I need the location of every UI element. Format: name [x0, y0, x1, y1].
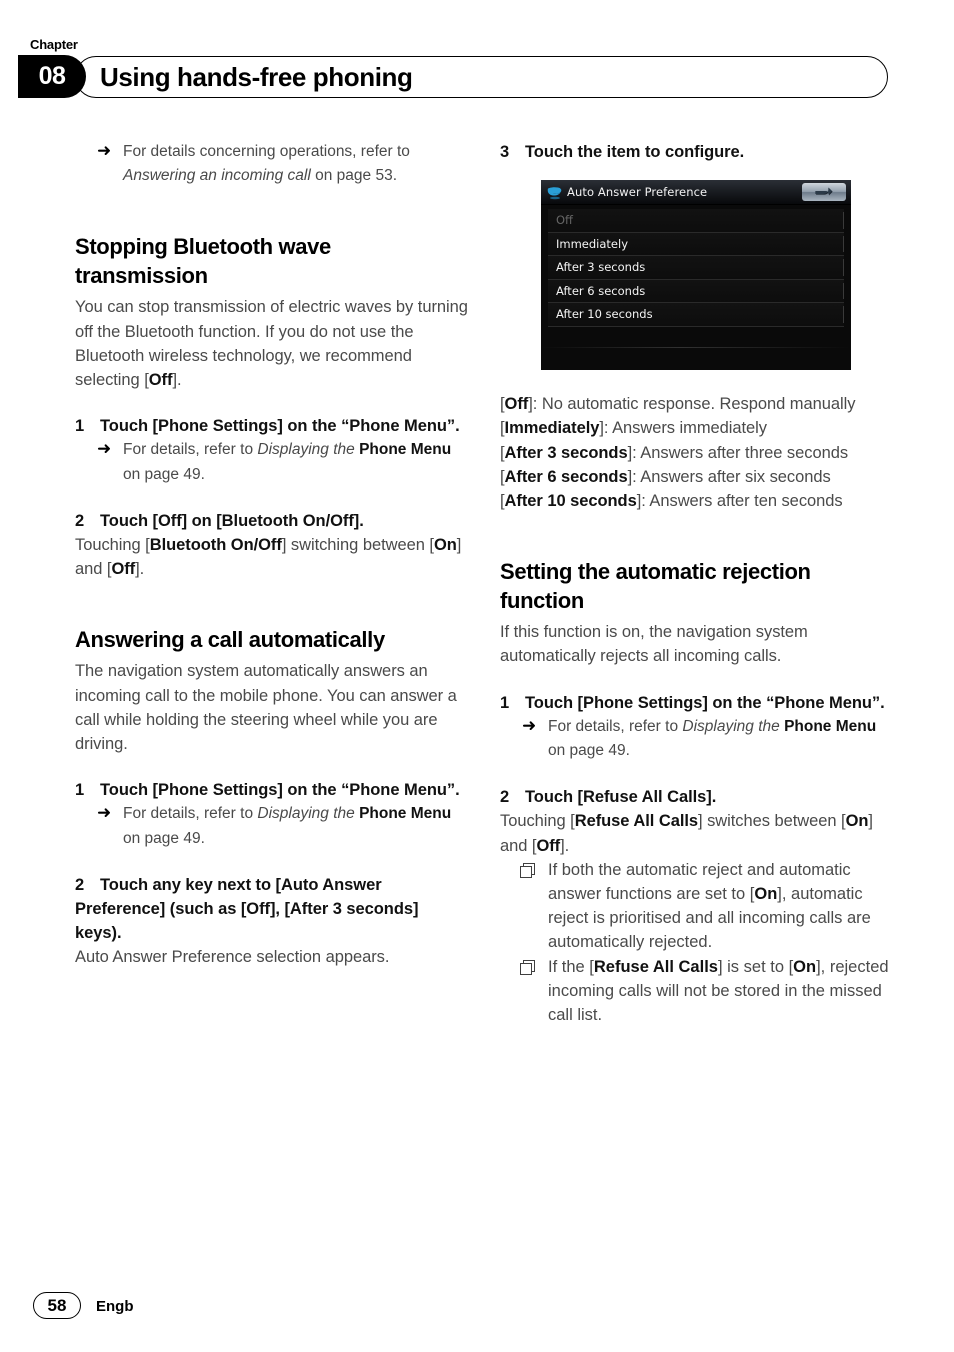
step-number: 1 [75, 417, 85, 436]
step-1-answering: 1 Touch [Phone Settings] on the “Phone Me… [75, 778, 468, 802]
note-text: If both the automatic reject and automat… [548, 860, 871, 952]
step-text: Touch [Phone Settings] on the “Phone Men… [525, 693, 885, 712]
device-screenshot-auto-answer-preference: Auto Answer Preference Off Immediately A… [541, 180, 851, 371]
device-row-after-3-seconds[interactable]: After 3 seconds [548, 256, 844, 280]
note-text: For details, refer to Displaying the Pho… [123, 805, 452, 847]
device-row-after-6-seconds[interactable]: After 6 seconds [548, 279, 844, 304]
device-footer-divider [541, 347, 851, 349]
step-1-rejection-note: ➜ For details, refer to Displaying the P… [500, 715, 893, 763]
step-text: Touch [Refuse All Calls]. [525, 788, 717, 807]
step-number: 2 [500, 788, 510, 807]
square-bullet-icon [520, 862, 535, 878]
step-number: 1 [500, 693, 510, 712]
step-1-answering-note: ➜ For details, refer to Displaying the P… [75, 802, 468, 850]
step-2-stopping: 2 Touch [Off] on [Bluetooth On/Off]. [75, 509, 468, 533]
definition-after-6-seconds: [After 6 seconds]: Answers after six sec… [500, 467, 831, 486]
step-3-configure: 3 Touch the item to configure. [500, 140, 893, 164]
page-title: Using hands-free phoning [100, 61, 413, 92]
step-1-stopping: 1 Touch [Phone Settings] on the “Phone Me… [75, 414, 468, 438]
device-row-after-10-seconds[interactable]: After 10 seconds [548, 303, 844, 327]
note-text: If the [Refuse All Calls] is set to [On]… [548, 957, 889, 1025]
step-text: Touch [Phone Settings] on the “Phone Men… [100, 417, 460, 436]
step-number: 2 [75, 875, 85, 894]
page-title-bar: Using hands-free phoning [75, 56, 888, 98]
back-arrow-icon[interactable] [802, 183, 846, 202]
device-option-list: Off Immediately After 3 seconds After 6 … [541, 205, 851, 327]
definition-after-10-seconds: [After 10 seconds]: Answers after ten se… [500, 492, 843, 511]
device-header: Auto Answer Preference [541, 180, 851, 206]
square-bullet-icon [520, 959, 535, 975]
heading-automatic-rejection: Setting the automatic rejection function [500, 559, 811, 614]
step-text: Touch the item to configure. [525, 143, 745, 161]
arrow-bullet-icon: ➜ [97, 141, 112, 160]
step-1-rejection: 1 Touch [Phone Settings] on the “Phone Me… [500, 691, 893, 715]
note-text: For details, refer to Displaying the Pho… [548, 717, 877, 760]
intro-note-text: For details concerning operations, refer… [123, 143, 410, 185]
arrow-bullet-icon: ➜ [97, 803, 112, 823]
pioneer-logo-icon [547, 185, 563, 200]
definition-immediately: [Immediately]: Answers immediately [500, 419, 767, 438]
device-header-title: Auto Answer Preference [567, 185, 708, 200]
automatic-rejection-body: If this function is on, the navigation s… [500, 623, 808, 666]
arrow-bullet-icon: ➜ [522, 715, 537, 735]
rejection-note-2: If the [Refuse All Calls] is set to [On]… [500, 955, 893, 1028]
chapter-label: Chapter [30, 37, 78, 52]
step-text: Touch [Phone Settings] on the “Phone Men… [100, 781, 460, 800]
right-column: 3 Touch the item to configure. Auto Answe… [500, 140, 893, 1027]
step-2-rejection-body: Touching [Refuse All Calls] switches bet… [500, 812, 873, 855]
step-2-stopping-body: Touching [Bluetooth On/Off] switching be… [75, 536, 462, 579]
stopping-bluetooth-body: You can stop transmission of electric wa… [75, 298, 468, 390]
step-2-answering-body: Auto Answer Preference selection appears… [75, 948, 390, 967]
definition-after-3-seconds: [After 3 seconds]: Answers after three s… [500, 443, 849, 462]
step-number: 2 [75, 511, 85, 530]
device-row-immediately[interactable]: Immediately [548, 232, 844, 257]
step-text: Touch any key next to [Auto Answer Prefe… [75, 875, 419, 943]
answering-automatically-body: The navigation system automatically answ… [75, 662, 457, 754]
arrow-bullet-icon: ➜ [97, 439, 112, 459]
step-1-stopping-note: ➜ For details, refer to Displaying the P… [75, 438, 468, 486]
heading-answering-automatically: Answering a call automatically [75, 627, 385, 653]
page-number-badge: 58 [33, 1292, 81, 1319]
step-2-rejection: 2 Touch [Refuse All Calls]. [500, 785, 893, 809]
step-number: 1 [75, 781, 85, 800]
definition-off: [Off]: No automatic response. Respond ma… [500, 395, 856, 414]
note-text: For details, refer to Displaying the Pho… [123, 441, 452, 483]
rejection-note-1: If both the automatic reject and automat… [500, 858, 893, 955]
step-2-answering: 2 Touch any key next to [Auto Answer Pref… [75, 873, 468, 946]
left-column: ➜ For details concerning operations, ref… [75, 140, 468, 970]
step-number: 3 [500, 143, 510, 161]
heading-stopping-bluetooth: Stopping Bluetooth wave transmission [75, 234, 331, 289]
step-text: Touch [Off] on [Bluetooth On/Off]. [100, 511, 364, 530]
language-code: Engb [96, 1298, 134, 1315]
device-row-off[interactable]: Off [548, 209, 844, 233]
intro-reference-note: ➜ For details concerning operations, ref… [75, 140, 468, 188]
